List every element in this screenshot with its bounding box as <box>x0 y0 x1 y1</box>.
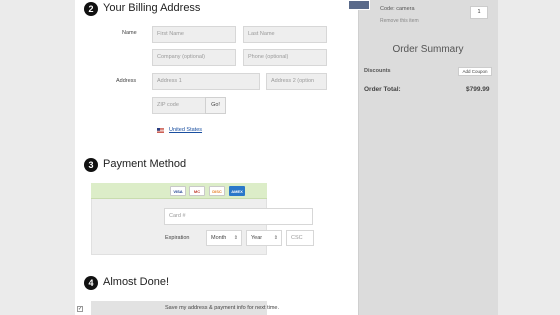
discounts-label: Discounts <box>364 68 391 74</box>
amex-card-icon: AMEX <box>229 186 245 196</box>
save-info-checkbox[interactable]: ✓ <box>77 306 83 312</box>
address1-field[interactable]: Address 1 <box>152 73 260 90</box>
expiration-label: Expiration <box>165 235 190 241</box>
chevron-down-icon: ⇕ <box>273 235 278 241</box>
country-link[interactable]: United States <box>169 127 202 133</box>
zip-go-button[interactable]: Go! <box>205 97 226 114</box>
last-name-field[interactable]: Last Name <box>243 26 327 43</box>
visa-card-icon: VISA <box>170 186 186 196</box>
product-code: Code: camera <box>380 6 415 12</box>
step-3-badge: 3 <box>84 158 98 172</box>
month-select-value: Month <box>211 235 227 241</box>
chevron-down-icon: ⇕ <box>233 235 238 241</box>
payment-section-title: Payment Method <box>103 158 187 170</box>
order-total-value: $799.99 <box>466 86 490 93</box>
step-2-badge: 2 <box>84 2 98 16</box>
expiration-year-select[interactable]: Year ⇕ <box>246 230 282 246</box>
billing-section-title: Your Billing Address <box>103 2 201 14</box>
address2-field[interactable]: Address 2 (option <box>266 73 327 90</box>
remove-item-link[interactable]: Remove this item <box>380 18 419 24</box>
discover-card-icon: DISC <box>209 186 225 196</box>
step-4-badge: 4 <box>84 276 98 290</box>
phone-field[interactable]: Phone (optional) <box>243 49 327 66</box>
company-field[interactable]: Company (optional) <box>152 49 236 66</box>
card-number-field[interactable]: Card # <box>164 208 313 225</box>
first-name-field[interactable]: First Name <box>152 26 236 43</box>
name-label: Name <box>122 30 137 36</box>
product-thumbnail <box>348 0 370 10</box>
mastercard-card-icon: MC <box>189 186 205 196</box>
us-flag-icon <box>157 128 164 133</box>
save-info-label: Save my address & payment info for next … <box>165 305 280 311</box>
order-total-label: Order Total: <box>364 86 401 93</box>
expiration-month-select[interactable]: Month ⇕ <box>206 230 242 246</box>
address-label: Address <box>116 78 137 84</box>
quantity-field[interactable]: 1 <box>470 6 488 19</box>
add-coupon-button[interactable]: Add Coupon <box>458 67 492 76</box>
csc-field[interactable]: CSC <box>286 230 314 246</box>
zip-field[interactable]: ZIP code <box>152 97 206 114</box>
year-select-value: Year <box>251 235 263 241</box>
order-summary-title: Order Summary <box>392 44 464 55</box>
almost-done-title: Almost Done! <box>103 276 170 288</box>
